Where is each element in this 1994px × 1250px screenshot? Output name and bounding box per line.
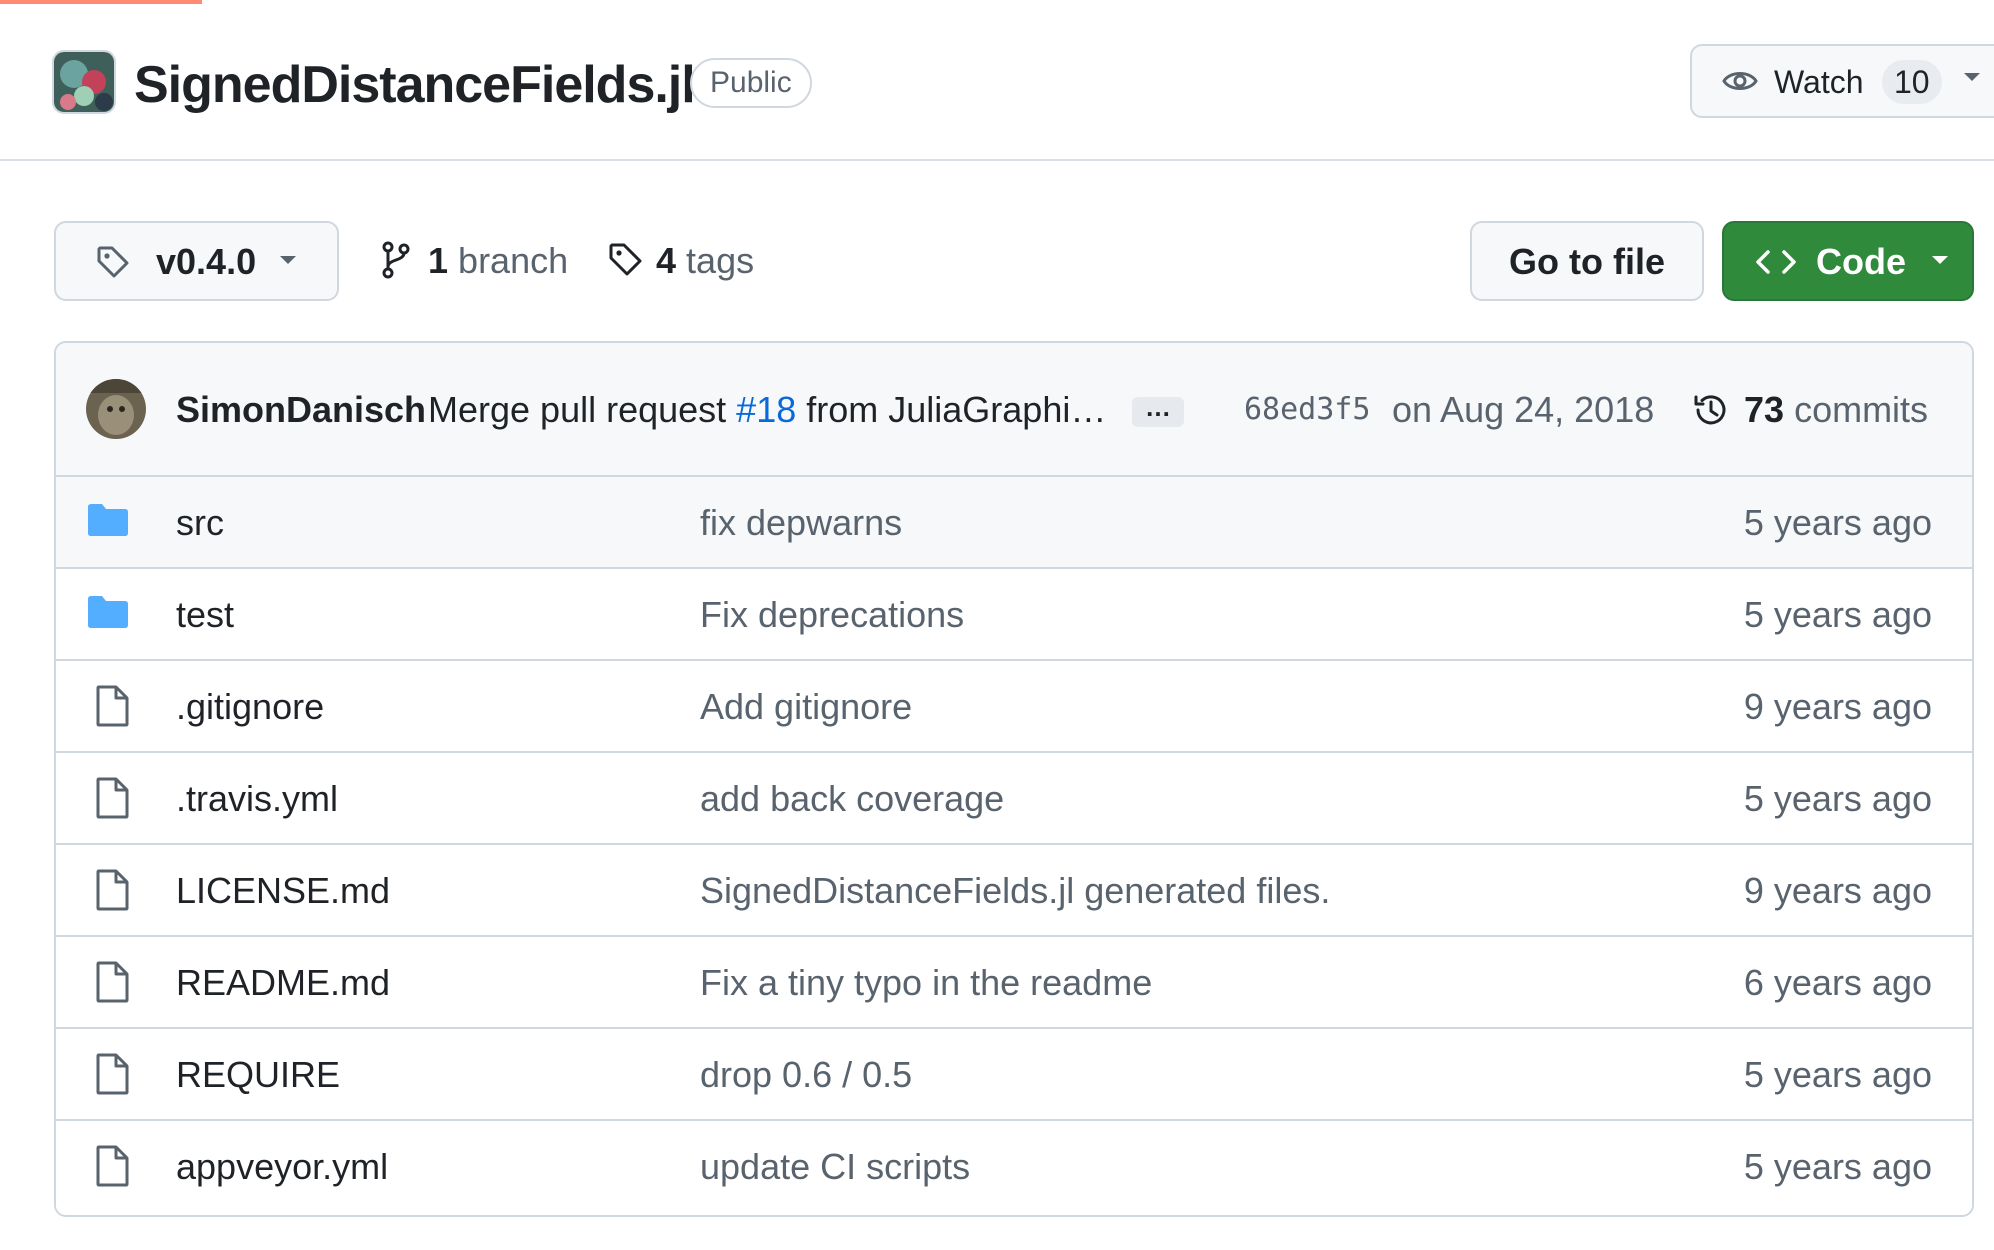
file-commit-message-link[interactable]: drop 0.6 / 0.5 (700, 1053, 912, 1097)
file-commit-age: 5 years ago (1743, 1146, 1932, 1187)
file-name-link[interactable]: README.md (176, 961, 390, 1005)
file-name-link[interactable]: LICENSE.md (176, 869, 390, 913)
commit-date: on Aug 24, 2018 (1392, 389, 1655, 430)
file-commit-message-link[interactable]: fix depwarns (700, 501, 902, 545)
commit-message-prefix: Merge pull request (428, 389, 737, 430)
file-name-link[interactable]: .gitignore (176, 685, 324, 729)
chevron-down-icon (1930, 253, 1950, 272)
branch-selector-label: v0.4.0 (156, 241, 257, 282)
go-to-file-label: Go to file (1509, 241, 1665, 282)
repo-owner-avatar[interactable] (52, 50, 116, 114)
code-icon (1754, 245, 1798, 284)
git-branch-icon (380, 241, 412, 292)
file-commit-age: 5 years ago (1743, 502, 1932, 543)
file-name-link[interactable]: src (176, 501, 224, 545)
file-commit-age: 6 years ago (1743, 962, 1932, 1003)
file-name-link[interactable]: test (176, 593, 234, 637)
file-icon (94, 869, 130, 916)
tags-count: 4 (656, 240, 677, 281)
branches-label: branch (458, 240, 569, 281)
pull-request-link[interactable]: #18 (736, 389, 796, 430)
file-commit-message-link[interactable]: add back coverage (700, 777, 1004, 821)
repo-name-link[interactable]: SignedDistanceFields.jl (134, 50, 696, 120)
file-commit-age: 9 years ago (1743, 686, 1932, 727)
folder-icon (86, 593, 130, 634)
top-divider (0, 0, 1994, 3)
commits-count: 73 (1744, 389, 1785, 430)
file-row[interactable]: LICENSE.md SignedDistanceFields.jl genera… (56, 845, 1972, 937)
file-commit-message-link[interactable]: SignedDistanceFields.jl generated files. (700, 869, 1330, 913)
file-table: SimonDanisch Merge pull request #18 from… (54, 341, 1974, 1217)
chevron-down-icon (278, 253, 298, 272)
code-button[interactable]: Code (1722, 221, 1974, 301)
tags-label: tags (686, 240, 755, 281)
file-commit-age: 5 years ago (1743, 1054, 1932, 1095)
code-label: Code (1816, 241, 1906, 282)
file-icon (94, 1053, 130, 1100)
branches-count: 1 (428, 240, 449, 281)
file-row[interactable]: appveyor.yml update CI scripts 5 years ago (56, 1121, 1972, 1213)
file-commit-age: 9 years ago (1743, 870, 1932, 911)
file-row[interactable]: REQUIRE drop 0.6 / 0.5 5 years ago (56, 1029, 1972, 1121)
history-icon (1692, 391, 1730, 438)
visibility-badge: Public (690, 58, 812, 108)
file-row[interactable]: .gitignore Add gitignore 9 years ago (56, 661, 1972, 753)
branch-selector-button[interactable]: v0.4.0 (54, 221, 339, 301)
file-icon (94, 961, 130, 1008)
file-icon (94, 777, 130, 824)
eye-icon (1722, 66, 1758, 101)
file-row[interactable]: test Fix deprecations 5 years ago (56, 569, 1972, 661)
watch-button[interactable]: Watch 10 (1690, 44, 1994, 118)
file-name-link[interactable]: appveyor.yml (176, 1145, 388, 1189)
file-icon (94, 1145, 130, 1192)
file-row[interactable]: .travis.yml add back coverage 5 years ago (56, 753, 1972, 845)
commit-author-link[interactable]: SimonDanisch (176, 389, 426, 431)
commit-message-suffix: from JuliaGraphi… (796, 389, 1107, 430)
file-commit-age: 5 years ago (1743, 778, 1932, 819)
file-commit-message-link[interactable]: Fix a tiny typo in the readme (700, 961, 1152, 1005)
chevron-down-icon[interactable] (1962, 70, 1982, 89)
latest-commit-bar: SimonDanisch Merge pull request #18 from… (56, 343, 1972, 477)
file-commit-age: 5 years ago (1743, 594, 1932, 635)
file-row[interactable]: README.md Fix a tiny typo in the readme 6 … (56, 937, 1972, 1029)
tag-icon (608, 241, 644, 291)
file-commit-message-link[interactable]: update CI scripts (700, 1145, 970, 1189)
repo-header: SignedDistanceFields.jl Public Watch 10 (0, 4, 1994, 161)
commit-author-avatar[interactable] (86, 379, 146, 439)
commits-label: commits (1794, 389, 1929, 430)
expand-commit-message-button[interactable]: … (1132, 394, 1184, 427)
commit-message[interactable]: Merge pull request #18 from JuliaGraphi… (428, 389, 1106, 431)
file-commit-message-link[interactable]: Add gitignore (700, 685, 912, 729)
watch-label: Watch (1774, 64, 1864, 100)
commit-sha-link[interactable]: 68ed3f5 (1244, 389, 1370, 431)
watch-count: 10 (1882, 60, 1942, 104)
file-name-link[interactable]: .travis.yml (176, 777, 338, 821)
file-name-link[interactable]: REQUIRE (176, 1053, 340, 1097)
file-row[interactable]: src fix depwarns 5 years ago (56, 477, 1972, 569)
folder-icon (86, 501, 130, 542)
file-icon (94, 685, 130, 732)
file-commit-message-link[interactable]: Fix deprecations (700, 593, 964, 637)
go-to-file-button[interactable]: Go to file (1470, 221, 1704, 301)
tag-icon (96, 245, 130, 284)
